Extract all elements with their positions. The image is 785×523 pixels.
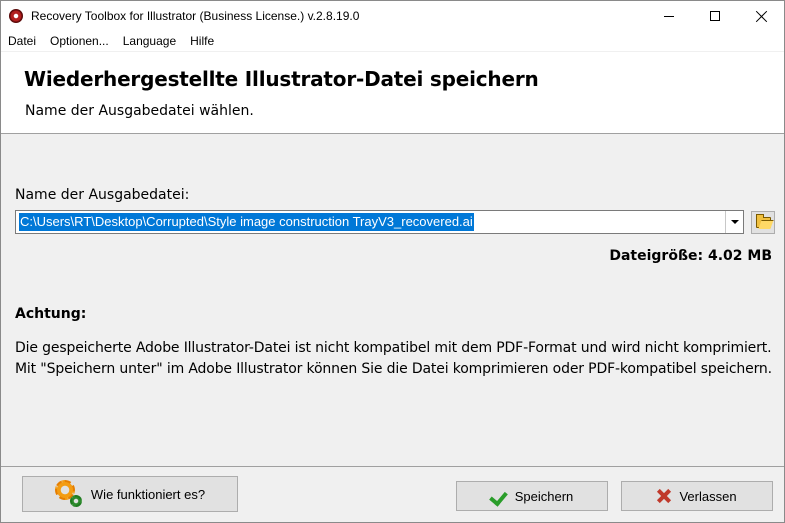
warning-title: Achtung: — [15, 306, 87, 322]
output-file-label: Name der Ausgabedatei: — [15, 187, 190, 203]
title-bar: Recovery Toolbox for Illustrator (Busine… — [1, 1, 784, 31]
close-button[interactable] — [738, 1, 784, 31]
maximize-icon — [710, 11, 720, 21]
output-file-combobox[interactable]: C:\Users\RT\Desktop\Corrupted\Style imag… — [15, 210, 744, 234]
menu-item-language[interactable]: Language — [116, 34, 183, 48]
how-it-works-label: Wie funktioniert es? — [90, 486, 206, 502]
wizard-header: Wiederhergestellte Illustrator-Datei spe… — [1, 52, 784, 134]
checkmark-icon — [491, 489, 507, 503]
menu-item-optionen[interactable]: Optionen... — [43, 34, 116, 48]
file-size-label: Dateigröße: 4.02 MB — [609, 248, 772, 264]
close-icon — [756, 11, 767, 22]
save-label: Speichern — [514, 488, 574, 504]
page-title: Wiederhergestellte Illustrator-Datei spe… — [24, 67, 539, 91]
footer-divider — [1, 466, 784, 467]
warning-text-line-1: Die gespeicherte Adobe Illustrator-Datei… — [15, 340, 772, 356]
page-subtitle: Name der Ausgabedatei wählen. — [25, 103, 254, 119]
how-it-works-button[interactable]: Wie funktioniert es? — [22, 476, 238, 512]
folder-open-icon — [755, 214, 771, 228]
app-icon — [9, 9, 23, 23]
gears-icon — [54, 480, 83, 508]
combo-dropdown-button[interactable] — [725, 211, 743, 233]
output-file-input[interactable]: C:\Users\RT\Desktop\Corrupted\Style imag… — [19, 213, 474, 231]
browse-button[interactable] — [751, 211, 775, 234]
maximize-button[interactable] — [692, 1, 738, 31]
menu-item-hilfe[interactable]: Hilfe — [183, 34, 221, 48]
menu-item-datei[interactable]: Datei — [1, 34, 43, 48]
app-window: Recovery Toolbox for Illustrator (Busine… — [0, 0, 785, 523]
quit-label: Verlassen — [679, 488, 737, 504]
x-icon — [657, 489, 671, 503]
chevron-down-icon — [730, 220, 739, 224]
window-title: Recovery Toolbox for Illustrator (Busine… — [31, 9, 360, 23]
minimize-icon — [664, 15, 674, 17]
menu-bar: Datei Optionen... Language Hilfe — [1, 31, 784, 51]
warning-text-line-2: Mit "Speichern unter" im Adobe Illustrat… — [15, 361, 772, 377]
minimize-button[interactable] — [646, 1, 692, 31]
quit-button[interactable]: Verlassen — [621, 481, 773, 511]
save-button[interactable]: Speichern — [456, 481, 608, 511]
